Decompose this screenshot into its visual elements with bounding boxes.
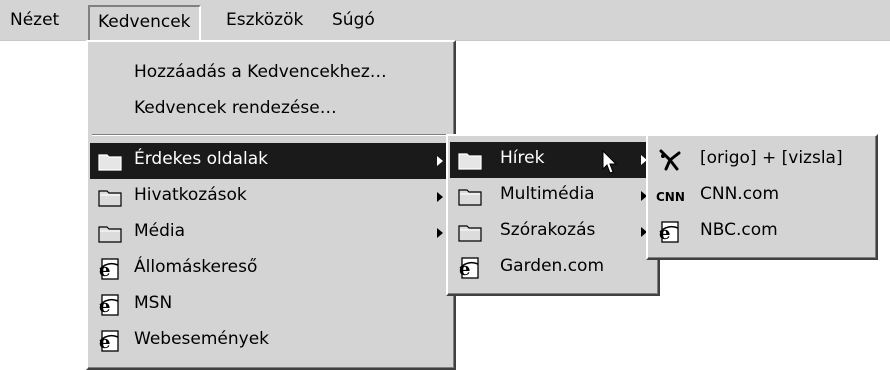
menu-tools[interactable]: Eszközök: [218, 5, 311, 36]
ie-page-icon: e: [98, 257, 122, 281]
svg-text:e: e: [659, 223, 670, 244]
favorites-item-links[interactable]: Hivatkozások: [90, 179, 451, 215]
menu-help[interactable]: Súgó: [324, 5, 383, 36]
ie-page-icon: e: [458, 256, 482, 280]
svg-text:e: e: [99, 332, 110, 353]
ie-page-icon: e: [98, 329, 122, 353]
news-item-origo[interactable]: [origo] + [vizsla]: [650, 142, 873, 178]
submenu-item-label: Multimédia: [500, 184, 595, 204]
favorites-item-web-events[interactable]: e Webesemények: [90, 323, 451, 359]
submenu-item-label: Hírek: [500, 148, 545, 168]
submenu-item-multimedia[interactable]: Multimédia: [450, 178, 655, 214]
submenu-arrow-icon: [437, 156, 443, 166]
folder-icon: [458, 149, 482, 171]
news-item-label: CNN.com: [700, 184, 780, 204]
folder-icon: [458, 185, 482, 207]
svg-text:e: e: [99, 296, 110, 317]
organize-favorites-label: Kedvencek rendezése…: [134, 98, 337, 118]
organize-favorites-item[interactable]: Kedvencek rendezése…: [90, 92, 451, 128]
menu-separator: [92, 134, 450, 136]
submenu-item-news[interactable]: Hírek: [450, 142, 655, 178]
mouse-cursor-icon: [602, 149, 618, 181]
svg-text:e: e: [99, 260, 110, 281]
folder-icon: [98, 150, 122, 172]
menu-bar: Nézet Kedvencek Eszközök Súgó: [0, 0, 890, 42]
news-submenu: [origo] + [vizsla] CNN CNN.com e NBC.com: [646, 134, 878, 260]
menu-view[interactable]: Nézet: [2, 5, 67, 36]
favorites-item-msn[interactable]: e MSN: [90, 287, 451, 323]
menu-favorites[interactable]: Kedvencek: [88, 5, 201, 42]
submenu-item-label: Garden.com: [500, 256, 605, 276]
submenu-arrow-icon: [437, 192, 443, 202]
folder-icon: [98, 222, 122, 244]
cnn-icon: CNN: [656, 186, 685, 208]
favorites-item-label: Érdekes oldalak: [134, 149, 268, 169]
favorites-item-label: Média: [134, 221, 186, 241]
favorites-item-label: Webesemények: [134, 329, 269, 349]
submenu-item-entertainment[interactable]: Szórakozás: [450, 214, 655, 250]
interesting-sites-submenu: Hírek Multimédia Szórakozás e Garden.com: [446, 134, 660, 296]
add-to-favorites-item[interactable]: Hozzáadás a Kedvencekhez…: [90, 56, 451, 92]
folder-icon: [458, 221, 482, 243]
news-item-label: NBC.com: [700, 220, 778, 240]
add-to-favorites-label: Hozzáadás a Kedvencekhez…: [134, 62, 387, 82]
news-item-cnn[interactable]: CNN CNN.com: [650, 178, 873, 214]
favorites-menu: Hozzáadás a Kedvencekhez… Kedvencek rend…: [86, 40, 456, 370]
submenu-item-garden[interactable]: e Garden.com: [450, 250, 655, 286]
favorites-item-label: MSN: [134, 293, 173, 313]
submenu-arrow-icon: [437, 228, 443, 238]
submenu-item-label: Szórakozás: [500, 220, 596, 240]
favorites-item-media[interactable]: Média: [90, 215, 451, 251]
svg-text:CNN: CNN: [656, 190, 684, 204]
favorites-item-label: Állomáskereső: [134, 257, 258, 277]
svg-text:e: e: [459, 259, 470, 280]
favorites-item-label: Hivatkozások: [134, 185, 247, 205]
favorites-item-station-finder[interactable]: e Állomáskereső: [90, 251, 451, 287]
folder-icon: [98, 186, 122, 208]
ie-page-icon: e: [98, 293, 122, 317]
news-item-label: [origo] + [vizsla]: [700, 148, 843, 168]
favorites-item-interesting-sites[interactable]: Érdekes oldalak: [90, 143, 451, 179]
origo-icon: [658, 148, 682, 171]
news-item-nbc[interactable]: e NBC.com: [650, 214, 873, 250]
ie-page-icon: e: [658, 220, 682, 244]
